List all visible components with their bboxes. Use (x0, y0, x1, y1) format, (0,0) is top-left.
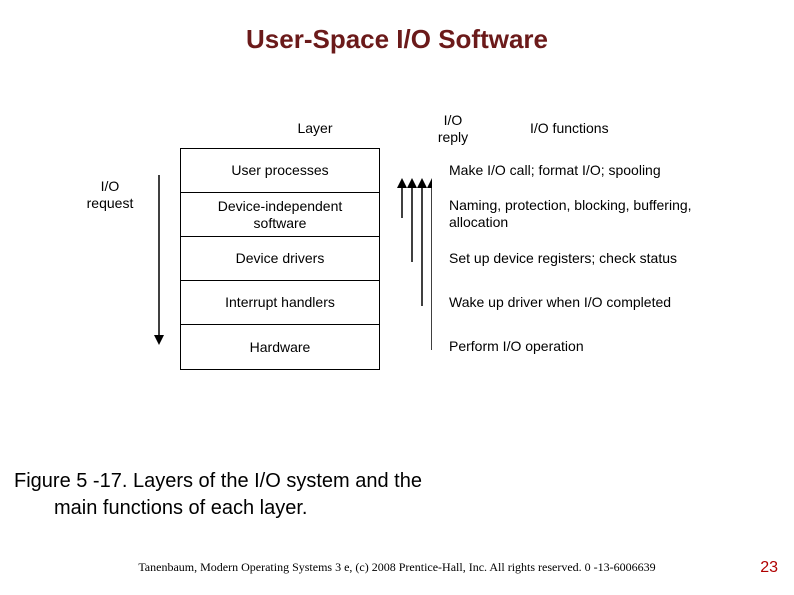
layer-row: Interrupt handlers (181, 281, 379, 325)
arrow-up-group (392, 148, 432, 368)
io-layers-diagram: Layer I/Oreply I/O functions I/Orequest … (80, 120, 730, 420)
function-row: Make I/O call; format I/O; spooling (445, 148, 745, 192)
layer-row: User processes (181, 149, 379, 193)
caption-line: Figure 5 -17. Layers of the I/O system a… (14, 470, 422, 492)
header-reply: I/Oreply (418, 112, 488, 146)
header-functions: I/O functions (530, 120, 609, 136)
arrow-up-icon (427, 178, 432, 350)
caption-line: main functions of each layer. (14, 495, 422, 522)
layer-row: Hardware (181, 325, 379, 369)
layer-stack: User processes Device-independentsoftwar… (180, 148, 380, 370)
functions-column: Make I/O call; format I/O; spooling Nami… (445, 148, 745, 368)
footer-citation: Tanenbaum, Modern Operating Systems 3 e,… (0, 560, 794, 575)
page-number: 23 (760, 559, 778, 577)
function-row: Perform I/O operation (445, 324, 745, 368)
label-io-request: I/Orequest (80, 178, 140, 212)
function-row: Wake up driver when I/O completed (445, 280, 745, 324)
arrow-down-icon (150, 175, 168, 345)
arrow-up-icon (397, 178, 407, 218)
layer-row: Device-independentsoftware (181, 193, 379, 237)
function-row: Naming, protection, blocking, buffering,… (445, 192, 745, 236)
figure-caption: Figure 5 -17. Layers of the I/O system a… (14, 468, 422, 522)
arrow-up-icon (407, 178, 417, 262)
arrow-up-icon (417, 178, 427, 306)
slide-title: User-Space I/O Software (0, 0, 794, 55)
function-row: Set up device registers; check status (445, 236, 745, 280)
header-layer: Layer (235, 120, 395, 136)
layer-row: Device drivers (181, 237, 379, 281)
